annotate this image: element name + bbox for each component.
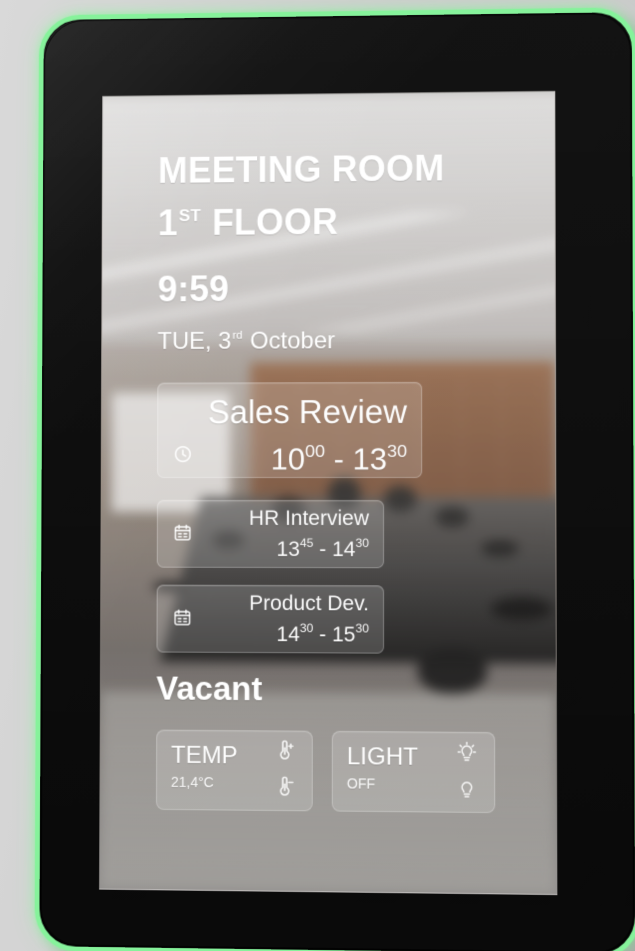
temperature-label: TEMP <box>171 741 238 770</box>
current-time: 9:59 <box>157 268 229 310</box>
meeting-end-hour: 14 <box>332 538 356 562</box>
meeting-end-hour: 15 <box>331 623 356 647</box>
room-status: Vacant <box>156 669 263 708</box>
room-title: MEETING ROOM 1ST FLOOR <box>158 144 517 246</box>
meeting-time-range: 1430 - 1530 <box>276 617 369 648</box>
bulb-icon[interactable] <box>455 776 479 801</box>
thermometer-minus-icon[interactable] <box>273 775 297 799</box>
light-icons <box>455 740 479 805</box>
scene: MEETING ROOM 1ST FLOOR 9:59 TUE, 3rd Oct… <box>0 0 635 951</box>
meeting-end-minute: 30 <box>355 621 369 636</box>
date-main: TUE, 3 <box>157 327 232 355</box>
temperature-value: 21,4°C <box>170 773 214 791</box>
current-date: TUE, 3rd October <box>157 322 335 356</box>
light-control[interactable]: LIGHT OFF <box>331 730 496 814</box>
temperature-icons <box>273 738 297 803</box>
meeting-start-hour: 14 <box>276 623 300 647</box>
meeting-start-hour: 10 <box>270 441 306 477</box>
time-separator: - <box>324 441 353 477</box>
meeting-card-product-dev[interactable]: Product Dev. 1430 - 1530 <box>156 584 385 654</box>
meeting-card-hr-interview[interactable]: HR Interview 1345 - 1430 <box>156 499 385 569</box>
bulb-on-icon[interactable] <box>455 740 479 764</box>
date-ordinal-suffix: rd <box>232 329 243 342</box>
time-separator: - <box>313 623 333 647</box>
clock-icon <box>172 443 194 465</box>
meeting-start-hour: 13 <box>276 537 300 562</box>
thermometer-plus-icon[interactable] <box>273 738 297 762</box>
screen-content: MEETING ROOM 1ST FLOOR 9:59 TUE, 3rd Oct… <box>100 92 556 894</box>
light-label: LIGHT <box>346 743 419 771</box>
room-title-line-2: 1ST FLOOR <box>158 191 517 246</box>
floor-number: 1 <box>157 202 178 244</box>
display-screen: MEETING ROOM 1ST FLOOR 9:59 TUE, 3rd Oct… <box>99 90 558 896</box>
calendar-icon <box>171 607 193 629</box>
meeting-card-sales-review[interactable]: Sales Review 1000 - 1330 <box>157 381 423 479</box>
meeting-end-minute: 30 <box>355 536 370 551</box>
meeting-title: Product Dev. <box>249 591 370 616</box>
room-title-line-1: MEETING ROOM <box>157 147 445 191</box>
meeting-end-hour: 13 <box>352 441 388 477</box>
date-month: October <box>243 327 336 355</box>
floor-ordinal-suffix: ST <box>178 205 202 226</box>
meeting-end-minute: 30 <box>387 440 408 461</box>
meeting-start-minute: 45 <box>299 535 314 551</box>
meeting-start-minute: 30 <box>299 621 314 636</box>
temperature-control[interactable]: TEMP 21,4°C <box>155 729 313 812</box>
light-value: OFF <box>346 775 376 792</box>
meeting-start-minute: 00 <box>305 441 325 462</box>
room-panel-device: MEETING ROOM 1ST FLOOR 9:59 TUE, 3rd Oct… <box>34 7 635 951</box>
meeting-title: Sales Review <box>207 392 408 431</box>
meeting-title: HR Interview <box>248 506 370 531</box>
floor-label: FLOOR <box>201 201 339 243</box>
meeting-time-range: 1345 - 1430 <box>277 532 369 562</box>
time-separator: - <box>313 538 333 562</box>
calendar-icon <box>172 522 194 544</box>
meeting-time-range: 1000 - 1330 <box>271 435 407 476</box>
